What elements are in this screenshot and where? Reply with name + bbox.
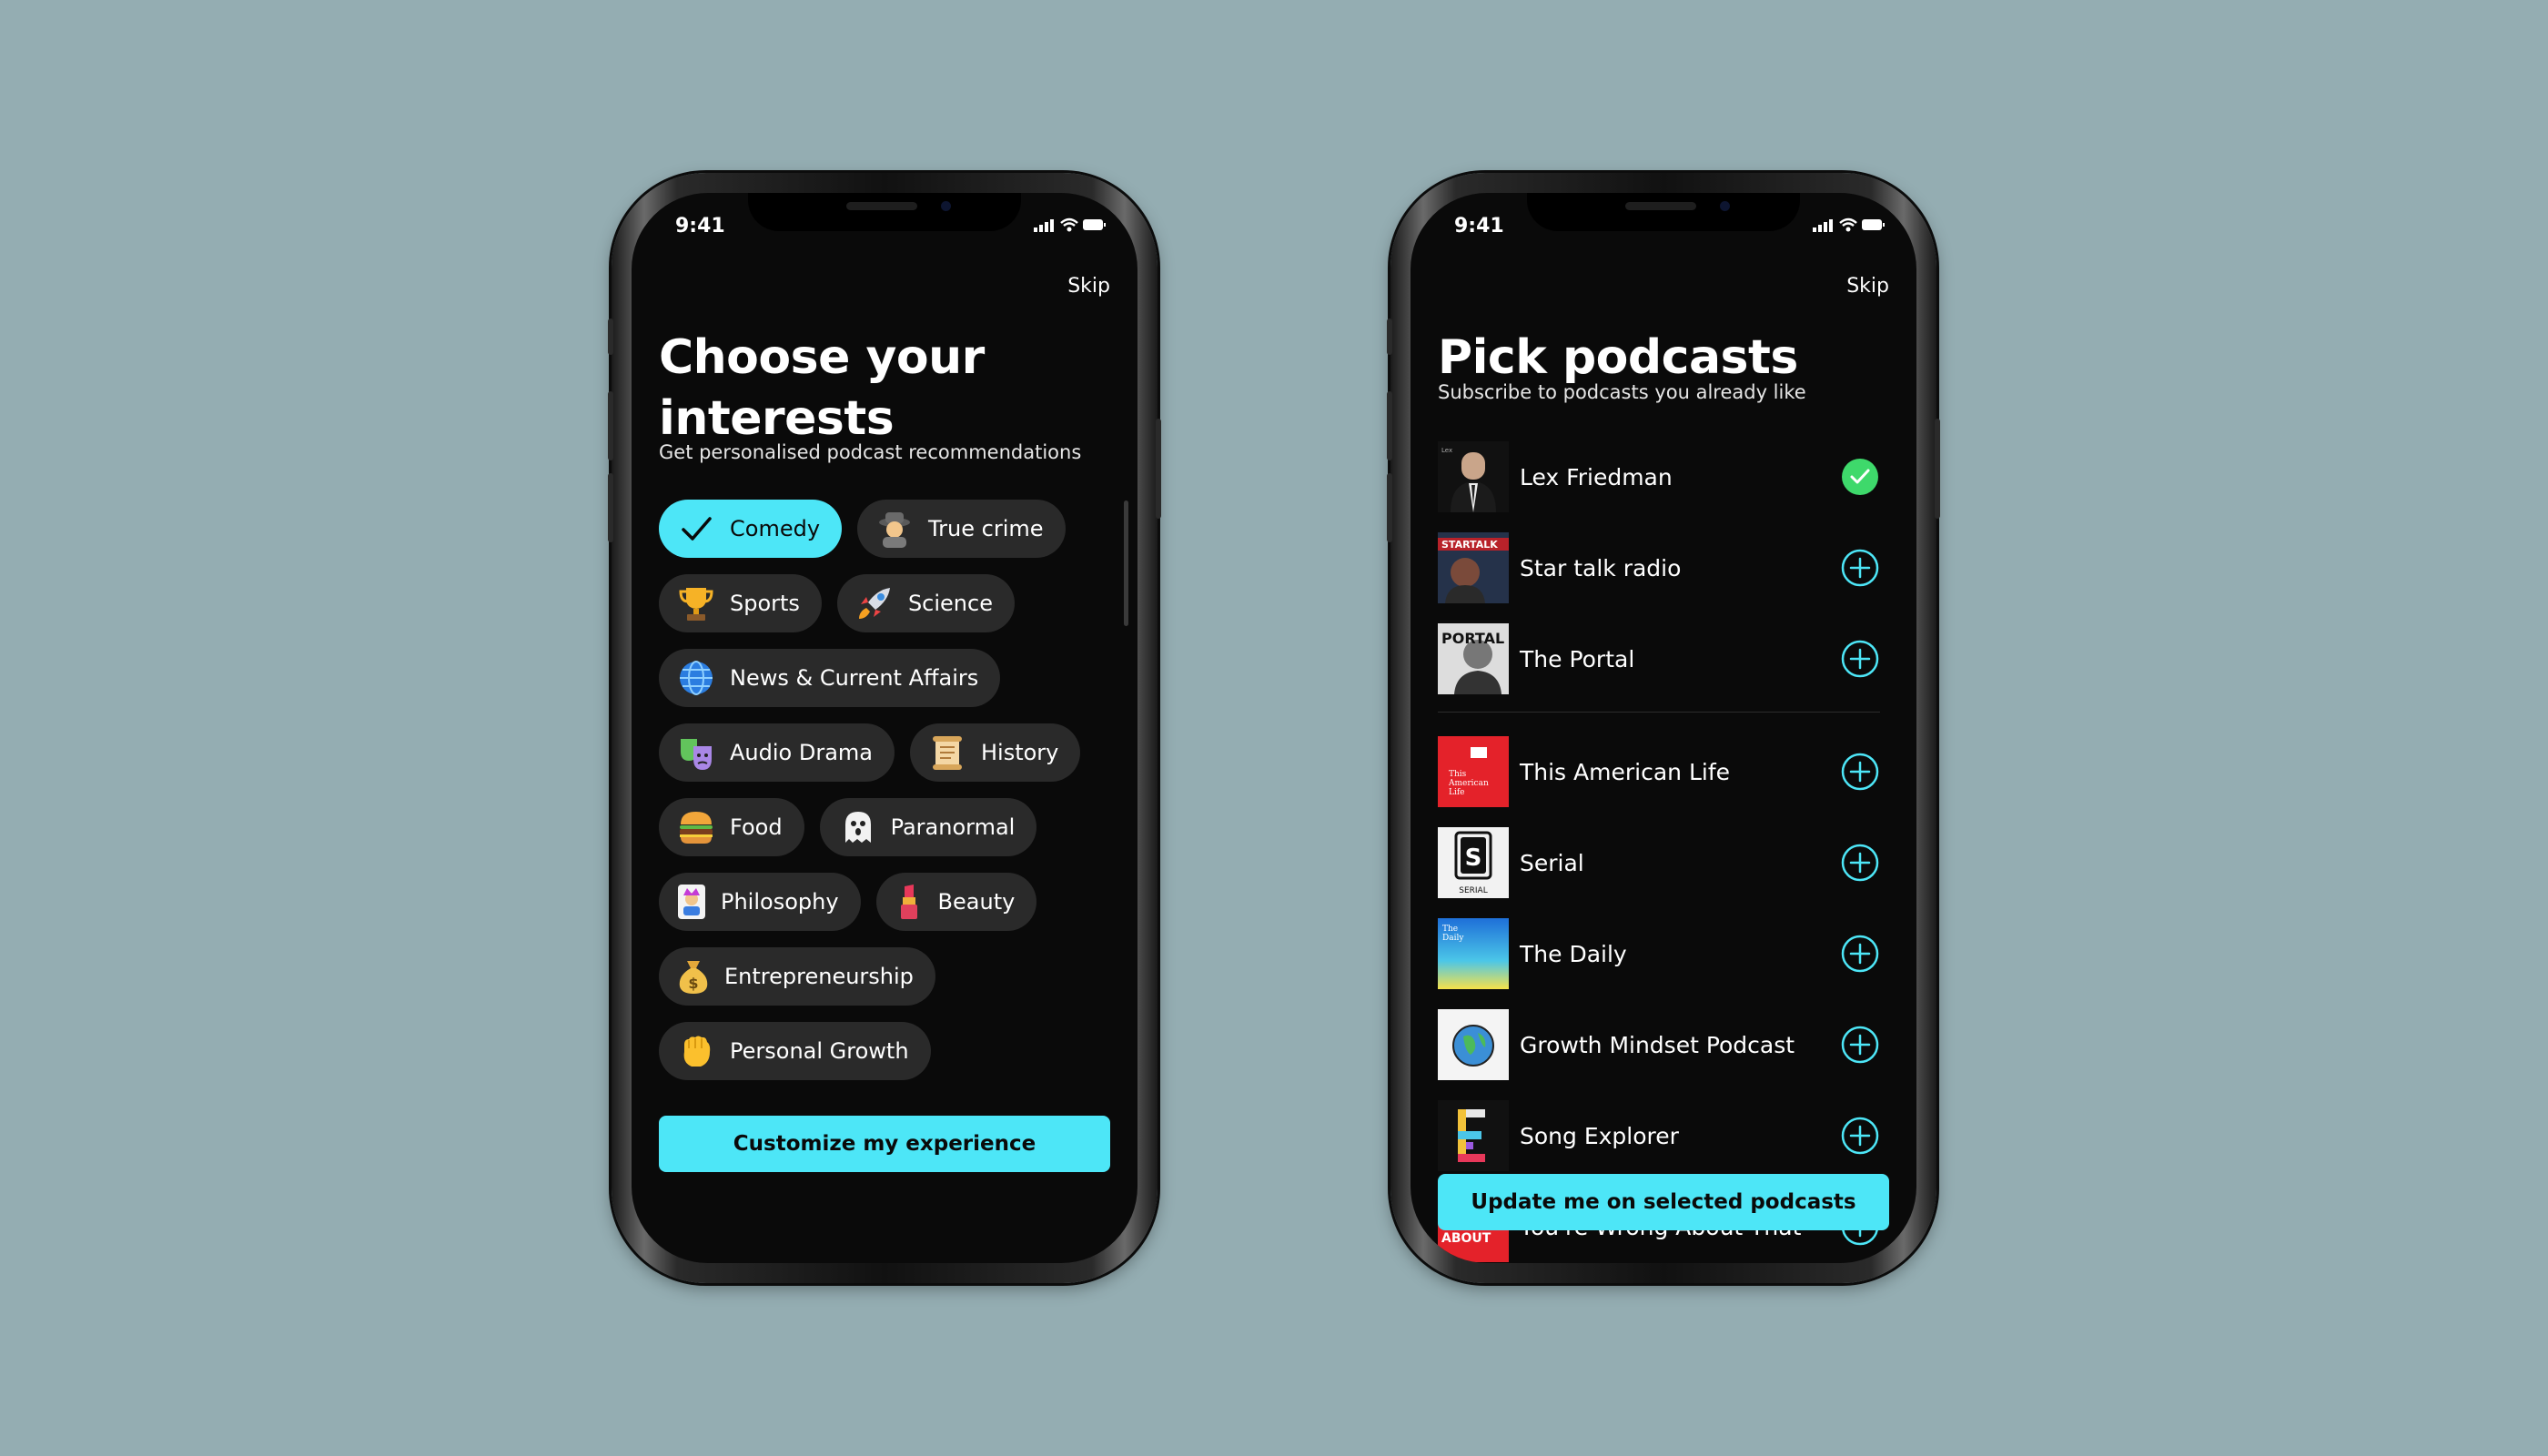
add-icon[interactable] [1840, 752, 1880, 792]
podcast-cover: The Daily [1438, 918, 1509, 989]
chip-sports[interactable]: Sports [659, 574, 822, 632]
podcast-cover: PORTAL [1438, 623, 1509, 694]
chip-audio-drama[interactable]: Audio Drama [659, 723, 895, 782]
interest-chips: Comedy True crime Sports Science News & … [659, 500, 1105, 1097]
podcast-row-this-american-life[interactable]: This American Life This American Life [1438, 735, 1880, 808]
svg-text:Daily: Daily [1442, 934, 1464, 943]
chip-science[interactable]: Science [836, 574, 1015, 632]
podcast-cover: Lex [1438, 441, 1509, 512]
phone-podcasts: 9:41 Skip Pick podcasts Subscribe to pod… [1387, 173, 1940, 1283]
chip-personal-growth[interactable]: Personal Growth [659, 1022, 931, 1080]
page-title-line1: Choose your [659, 330, 985, 385]
scrollbar[interactable] [1124, 500, 1128, 626]
skip-button[interactable]: Skip [1846, 275, 1889, 298]
chip-paranormal[interactable]: Paranormal [819, 798, 1037, 856]
theater-masks-icon [675, 732, 717, 774]
status-time: 9:41 [1454, 215, 1504, 238]
burger-icon [675, 806, 717, 848]
rocket-icon [854, 582, 895, 624]
podcast-row-lex-friedman[interactable]: Lex Lex Friedman [1438, 440, 1880, 513]
podcast-row-song-explorer[interactable]: Song Explorer [1438, 1099, 1880, 1172]
add-icon[interactable] [1840, 639, 1880, 679]
chip-news-current-affairs[interactable]: News & Current Affairs [659, 649, 1001, 707]
svg-text:STARTALK: STARTALK [1441, 539, 1498, 551]
podcast-row-growth-mindset[interactable]: Growth Mindset Podcast [1438, 1008, 1880, 1081]
svg-text:Life: Life [1449, 788, 1465, 797]
scroll-icon [926, 732, 968, 774]
svg-text:This: This [1449, 770, 1467, 779]
add-icon[interactable] [1840, 1116, 1880, 1156]
status-icons [1034, 217, 1106, 232]
podcasts-screen: 9:41 Skip Pick podcasts Subscribe to pod… [1410, 193, 1916, 1263]
podcast-cover: S SERIAL [1438, 827, 1509, 898]
page-subtitle: Subscribe to podcasts you already like [1438, 381, 1806, 403]
add-icon[interactable] [1840, 934, 1880, 974]
selected-check-icon[interactable] [1840, 457, 1880, 497]
money-bag-icon: $ [675, 956, 712, 997]
add-icon[interactable] [1840, 1025, 1880, 1065]
svg-text:SERIAL: SERIAL [1459, 886, 1487, 895]
raised-fist-icon [675, 1030, 717, 1072]
add-icon[interactable] [1840, 548, 1880, 588]
podcast-row-the-daily[interactable]: The Daily The Daily [1438, 917, 1880, 990]
ghost-icon [836, 806, 878, 848]
svg-text:The: The [1442, 925, 1458, 934]
trophy-icon [675, 582, 717, 624]
svg-text:ABOUT: ABOUT [1441, 1231, 1491, 1246]
chip-true-crime[interactable]: True crime [857, 500, 1066, 558]
svg-text:American: American [1448, 779, 1489, 788]
joker-card-icon [675, 881, 708, 923]
chip-philosophy[interactable]: Philosophy [659, 873, 861, 931]
phone-interests: 9:41 Skip Choose your interests Get pers… [608, 173, 1161, 1283]
svg-text:PORTAL: PORTAL [1441, 630, 1504, 647]
svg-text:Lex: Lex [1441, 447, 1452, 454]
section-divider [1438, 712, 1880, 713]
podcast-cover [1438, 1100, 1509, 1171]
lipstick-icon [893, 881, 925, 923]
add-icon[interactable] [1840, 843, 1880, 883]
page-title: Pick podcasts [1438, 330, 1798, 385]
page-subtitle: Get personalised podcast recommendations [659, 441, 1082, 463]
chip-beauty[interactable]: Beauty [875, 873, 1037, 931]
chip-history[interactable]: History [909, 723, 1081, 782]
podcast-cover: STARTALK [1438, 532, 1509, 603]
chip-food[interactable]: Food [659, 798, 804, 856]
skip-button[interactable]: Skip [1067, 275, 1110, 298]
status-time: 9:41 [675, 215, 725, 238]
svg-text:$: $ [688, 975, 698, 992]
notch [1527, 193, 1800, 231]
podcast-row-the-portal[interactable]: PORTAL The Portal [1438, 622, 1880, 695]
podcast-row-star-talk-radio[interactable]: STARTALK Star talk radio [1438, 531, 1880, 604]
update-selected-podcasts-button[interactable]: Update me on selected podcasts [1438, 1174, 1889, 1230]
status-icons [1813, 217, 1885, 232]
customize-experience-button[interactable]: Customize my experience [659, 1116, 1110, 1172]
page-title-line2: interests [659, 391, 895, 446]
interests-screen: 9:41 Skip Choose your interests Get pers… [632, 193, 1138, 1263]
podcast-cover [1438, 1009, 1509, 1080]
podcast-row-serial[interactable]: S SERIAL Serial [1438, 826, 1880, 899]
svg-text:S: S [1465, 844, 1482, 872]
chip-comedy[interactable]: Comedy [659, 500, 843, 558]
check-icon [675, 508, 717, 550]
notch [748, 193, 1021, 231]
podcast-cover: This American Life [1438, 736, 1509, 807]
detective-icon [874, 508, 915, 550]
globe-icon [675, 657, 717, 699]
chip-entrepreneurship[interactable]: $ Entrepreneurship [659, 947, 935, 1006]
